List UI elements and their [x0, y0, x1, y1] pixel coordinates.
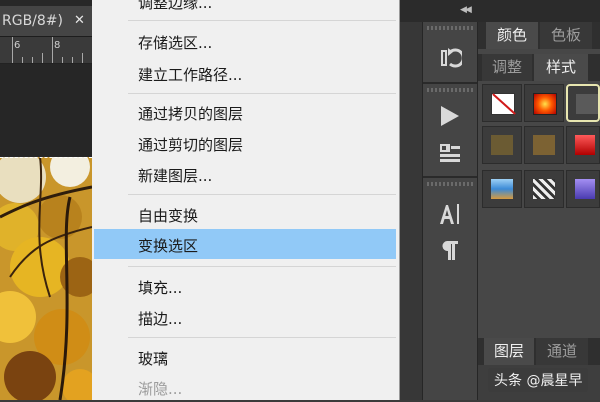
canvas-image[interactable]: [0, 157, 92, 400]
horizontal-ruler: 6 8: [0, 37, 92, 64]
ruler-tick: [52, 37, 53, 63]
style-swatch[interactable]: [482, 170, 522, 208]
menu-item-label: 渐隐...: [138, 380, 183, 398]
ruler-label: 8: [54, 40, 61, 51]
style-swatch[interactable]: [524, 170, 564, 208]
menu-item-label: 建立工作路径...: [138, 66, 243, 84]
menu-item-fill[interactable]: 填充...: [94, 271, 396, 301]
tab-styles[interactable]: 样式: [534, 54, 588, 81]
paragraph-icon[interactable]: [438, 238, 462, 262]
dock-grip[interactable]: [427, 88, 473, 92]
right-panel-area: ◀◀ 颜色 色板 调整 样式 图层 通道 头条 @晨星早: [400, 0, 600, 400]
history-brush-icon[interactable]: [438, 46, 465, 70]
menu-item-save-selection[interactable]: 存储选区...: [94, 26, 396, 56]
ruler-tick: [72, 57, 73, 63]
menu-item-layer-via-cut[interactable]: 通过剪切的图层: [94, 128, 396, 158]
style-swatch[interactable]: [482, 126, 522, 164]
ruler-tick: [62, 57, 63, 63]
menu-item-label: 调整边缘...: [138, 0, 213, 12]
menu-item-label: 变换选区: [138, 237, 199, 255]
layers-channels-tabs: 图层 通道: [478, 338, 600, 365]
context-menu: 调整边缘... 存储选区... 建立工作路径... 通过拷贝的图层 通过剪切的图…: [92, 0, 400, 400]
style-swatch[interactable]: [524, 84, 564, 122]
ruler-tick: [82, 53, 83, 63]
tab-adjustments[interactable]: 调整: [482, 54, 532, 81]
menu-item-make-work-path[interactable]: 建立工作路径...: [94, 58, 396, 88]
menu-item-transform-selection[interactable]: 变换选区: [94, 229, 396, 259]
menu-item-label: 通过拷贝的图层: [138, 105, 244, 123]
style-none-swatch[interactable]: [482, 84, 522, 122]
style-swatch[interactable]: [566, 126, 600, 164]
dock-grip[interactable]: [427, 26, 473, 30]
document-tab[interactable]: RGB/8#): [0, 6, 92, 37]
menu-separator: [128, 20, 396, 21]
double-chevron-left-icon[interactable]: ◀◀: [460, 5, 472, 15]
menu-separator: [128, 194, 396, 195]
menu-separator: [128, 93, 396, 94]
document-tab-title: RGB/8#): [2, 13, 63, 29]
menu-separator: [128, 337, 396, 338]
menu-item-fade: 渐隐...: [94, 372, 396, 402]
menu-item-new-layer[interactable]: 新建图层...: [94, 159, 396, 189]
ruler-label: 6: [14, 40, 21, 51]
close-icon[interactable]: [74, 6, 85, 36]
menu-item-label: 玻璃: [138, 350, 169, 368]
ruler-tick: [12, 37, 13, 63]
ruler-tick: [42, 53, 43, 63]
ruler-tick: [22, 57, 23, 63]
dock-separator: [423, 82, 477, 84]
menu-item-layer-via-copy[interactable]: 通过拷贝的图层: [94, 97, 396, 127]
menu-separator: [128, 266, 396, 267]
menu-item-stroke[interactable]: 描边...: [94, 302, 396, 332]
style-swatch[interactable]: [524, 126, 564, 164]
menu-item-label: 新建图层...: [138, 167, 213, 185]
panel-collapse-bar[interactable]: ◀◀: [400, 0, 600, 22]
character-icon[interactable]: [438, 202, 462, 226]
adjust-styles-tabs: 调整 样式: [478, 54, 600, 81]
pasteboard: [0, 64, 92, 156]
ruler-tick: [32, 57, 33, 63]
menu-item-label: 填充...: [138, 279, 183, 297]
menu-item-label: 通过剪切的图层: [138, 136, 244, 154]
color-swatches-tabs: 颜色 色板: [478, 22, 600, 49]
tab-channels[interactable]: 通道: [536, 338, 588, 365]
menu-item-refine-edge[interactable]: 调整边缘...: [94, 0, 396, 16]
watermark: 头条 @晨星早: [488, 368, 589, 392]
dock-grip[interactable]: [427, 182, 473, 186]
style-swatch-selected[interactable]: [566, 84, 600, 122]
document-area: RGB/8#) 6 8: [0, 0, 92, 400]
tab-layers[interactable]: 图层: [484, 338, 534, 365]
dock-separator: [423, 176, 477, 178]
autumn-tree-photo: [0, 157, 92, 400]
selection-marquee: [0, 157, 92, 158]
panel-group: 颜色 色板 调整 样式 图层 通道: [478, 22, 600, 400]
menu-item-label: 自由变换: [138, 207, 199, 225]
menu-item-label: 存储选区...: [138, 34, 213, 52]
panel-dock: [422, 22, 478, 400]
play-icon[interactable]: [441, 106, 459, 126]
menu-item-glass[interactable]: 玻璃: [94, 342, 396, 372]
tab-color[interactable]: 颜色: [486, 22, 538, 49]
menu-item-label: 描边...: [138, 310, 183, 328]
menu-item-free-transform[interactable]: 自由变换: [94, 199, 396, 229]
style-swatch[interactable]: [566, 170, 600, 208]
layer-comps-icon[interactable]: [438, 140, 462, 164]
tab-swatches[interactable]: 色板: [540, 22, 592, 49]
